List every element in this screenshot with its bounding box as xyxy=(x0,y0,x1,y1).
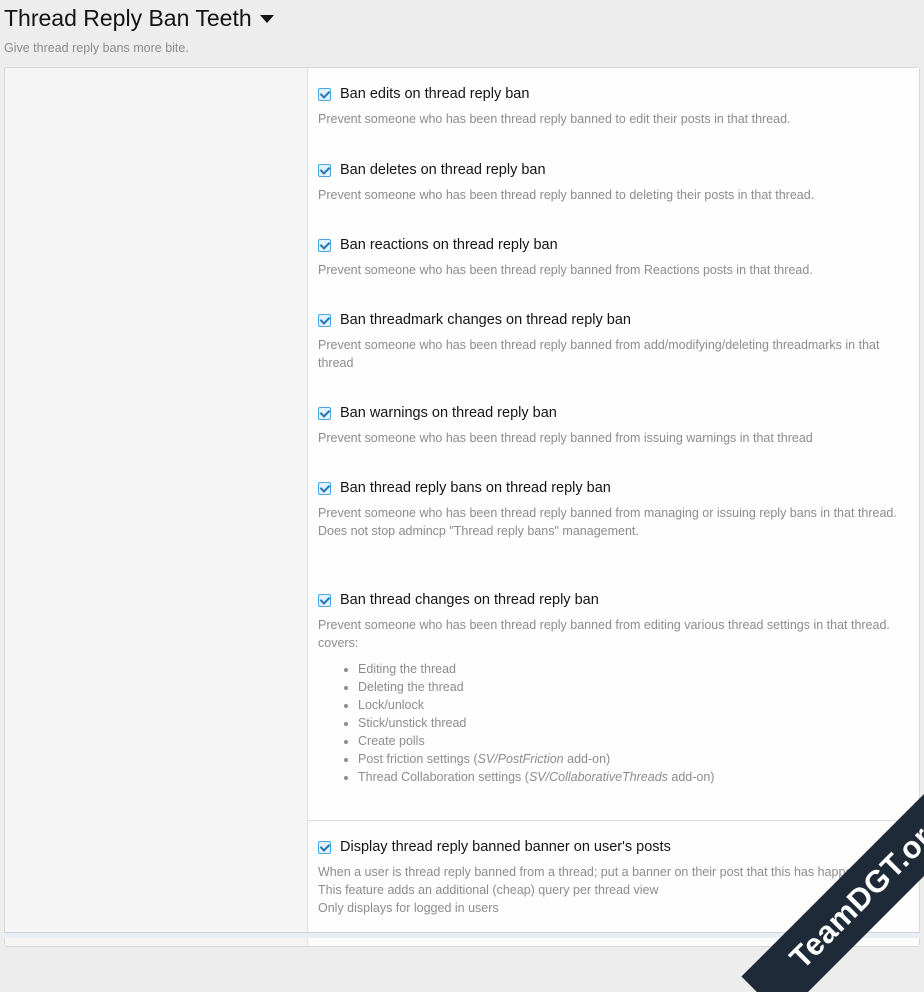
option-label[interactable]: Ban reactions on thread reply ban xyxy=(340,237,558,253)
option-ban-threadmark-changes: Ban threadmark changes on thread reply b… xyxy=(318,312,909,372)
option-ban-thread-reply-bans: Ban thread reply bans on thread reply ba… xyxy=(318,480,909,540)
option-hint: When a user is thread reply banned from … xyxy=(318,863,909,917)
hint-line: Only displays for logged in users xyxy=(318,901,499,915)
list-item-text: Thread Collaboration settings ( xyxy=(358,770,529,784)
option-ban-edits: Ban edits on thread reply ban Prevent so… xyxy=(318,86,909,128)
hint-line: Does not stop admincp "Thread reply bans… xyxy=(318,524,639,538)
page-title: Thread Reply Ban Teeth xyxy=(4,4,274,32)
hint-line: Prevent someone who has been thread repl… xyxy=(318,506,897,520)
hint-line: Prevent someone who has been thread repl… xyxy=(318,112,791,126)
option-hint: Prevent someone who has been thread repl… xyxy=(318,504,909,540)
form-column: Ban edits on thread reply ban Prevent so… xyxy=(307,68,919,946)
checkbox-ban-thread-reply-bans[interactable] xyxy=(318,481,331,495)
option-label[interactable]: Ban deletes on thread reply ban xyxy=(340,162,546,178)
option-label[interactable]: Ban warnings on thread reply ban xyxy=(340,405,557,421)
checkbox-ban-thread-changes[interactable] xyxy=(318,593,331,607)
option-hint: Prevent someone who has been thread repl… xyxy=(318,110,909,128)
option-ban-warnings: Ban warnings on thread reply ban Prevent… xyxy=(318,405,909,447)
option-label[interactable]: Ban edits on thread reply ban xyxy=(340,86,529,102)
hint-line: When a user is thread reply banned from … xyxy=(318,865,877,879)
addon-id: SV/CollaborativeThreads xyxy=(528,770,668,784)
option-label[interactable]: Ban thread reply bans on thread reply ba… xyxy=(340,480,611,496)
list-item: Stick/unstick thread xyxy=(358,714,909,732)
option-ban-deletes: Ban deletes on thread reply ban Prevent … xyxy=(318,162,909,204)
form-submit-row xyxy=(4,932,920,938)
hint-line: Prevent someone who has been thread repl… xyxy=(318,431,813,445)
option-label[interactable]: Display thread reply banned banner on us… xyxy=(340,839,671,855)
list-item-text: add-on) xyxy=(563,752,611,766)
list-item: Editing the thread xyxy=(358,660,909,678)
option-label[interactable]: Ban threadmark changes on thread reply b… xyxy=(340,312,631,328)
checkbox-ban-deletes[interactable] xyxy=(318,163,331,177)
hint-line: Prevent someone who has been thread repl… xyxy=(318,338,880,370)
option-hint: Prevent someone who has been thread repl… xyxy=(318,261,909,279)
options-panel: Ban edits on thread reply ban Prevent so… xyxy=(4,67,920,947)
checkbox-ban-edits[interactable] xyxy=(318,87,331,101)
hint-line: Prevent someone who has been thread repl… xyxy=(318,263,813,277)
addon-id: SV/PostFriction xyxy=(477,752,564,766)
hint-line: This feature adds an additional (cheap) … xyxy=(318,883,659,897)
option-hint: Prevent someone who has been thread repl… xyxy=(318,336,909,372)
caret-down-icon[interactable] xyxy=(259,15,274,23)
section-divider xyxy=(308,820,919,821)
page-header: Thread Reply Ban Teeth Give thread reply… xyxy=(4,4,274,55)
list-item: Create polls xyxy=(358,732,909,750)
option-ban-reactions: Ban reactions on thread reply ban Preven… xyxy=(318,237,909,279)
list-item: Thread Collaboration settings (SV/Collab… xyxy=(358,768,909,786)
option-hint: Prevent someone who has been thread repl… xyxy=(318,429,909,447)
checkbox-ban-threadmark-changes[interactable] xyxy=(318,313,331,327)
page-title-text: Thread Reply Ban Teeth xyxy=(4,5,252,31)
option-ban-thread-changes: Ban thread changes on thread reply ban P… xyxy=(318,592,909,786)
covered-settings-list: Editing the thread Deleting the thread L… xyxy=(318,660,909,786)
option-hint: Prevent someone who has been thread repl… xyxy=(318,616,909,652)
list-item: Lock/unlock xyxy=(358,696,909,714)
checkbox-ban-reactions[interactable] xyxy=(318,238,331,252)
option-label[interactable]: Ban thread changes on thread reply ban xyxy=(340,592,599,608)
list-item: Post friction settings (SV/PostFriction … xyxy=(358,750,909,768)
checkbox-display-banner[interactable] xyxy=(318,840,331,854)
list-item-text: Post friction settings ( xyxy=(358,752,478,766)
hint-line: Prevent someone who has been thread repl… xyxy=(318,188,815,202)
option-hint: Prevent someone who has been thread repl… xyxy=(318,186,909,204)
checkbox-ban-warnings[interactable] xyxy=(318,406,331,420)
hint-line: Prevent someone who has been thread repl… xyxy=(318,618,890,650)
list-item: Deleting the thread xyxy=(358,678,909,696)
page-description: Give thread reply bans more bite. xyxy=(4,41,189,55)
list-item-text: add-on) xyxy=(667,770,715,784)
option-display-banner: Display thread reply banned banner on us… xyxy=(318,839,909,917)
